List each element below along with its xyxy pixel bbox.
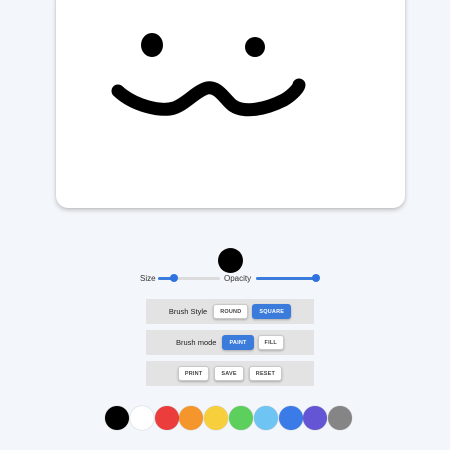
color-swatch-black[interactable]: [105, 406, 129, 430]
drawn-left-eye: [141, 33, 163, 57]
drawn-right-eye: [245, 37, 265, 57]
color-swatch-blue[interactable]: [278, 406, 303, 430]
drawing-canvas[interactable]: [56, 0, 405, 208]
color-swatch-green[interactable]: [228, 406, 253, 430]
color-swatch-yellow[interactable]: [204, 406, 229, 430]
color-swatch-gray[interactable]: [328, 406, 353, 430]
reset-button[interactable]: RESET: [248, 366, 283, 381]
brush-style-label: Brush Style: [168, 307, 208, 316]
print-button[interactable]: PRINT: [177, 366, 210, 381]
opacity-label: Opacity: [224, 274, 252, 283]
color-swatch-red[interactable]: [154, 406, 179, 430]
color-swatch-orange[interactable]: [179, 406, 204, 430]
brush-sliders: Size Opacity: [0, 270, 450, 286]
opacity-slider-thumb[interactable]: [312, 274, 320, 282]
brush-mode-panel: Brush mode PAINT FILL: [146, 330, 314, 355]
round-button[interactable]: ROUND: [213, 304, 249, 319]
size-label: Size: [140, 274, 156, 283]
drawn-mouth-stroke: [111, 78, 306, 117]
square-button[interactable]: SQUARE: [252, 304, 292, 319]
color-palette: [105, 406, 353, 430]
size-slider[interactable]: [158, 274, 220, 282]
brush-mode-label: Brush mode: [176, 338, 217, 347]
size-slider-thumb[interactable]: [169, 274, 178, 282]
brush-style-panel: Brush Style ROUND SQUARE: [146, 299, 314, 324]
color-swatch-purple[interactable]: [303, 406, 328, 430]
opacity-slider-fill: [256, 277, 316, 280]
save-button[interactable]: SAVE: [214, 366, 244, 381]
paint-button[interactable]: PAINT: [222, 335, 254, 350]
color-swatch-light-blue[interactable]: [253, 406, 278, 430]
canvas-drawing: [111, 33, 306, 117]
fill-button[interactable]: FILL: [257, 335, 284, 350]
opacity-slider[interactable]: [256, 274, 320, 282]
color-swatch-white[interactable]: [129, 406, 154, 430]
actions-panel: PRINT SAVE RESET: [146, 361, 314, 386]
